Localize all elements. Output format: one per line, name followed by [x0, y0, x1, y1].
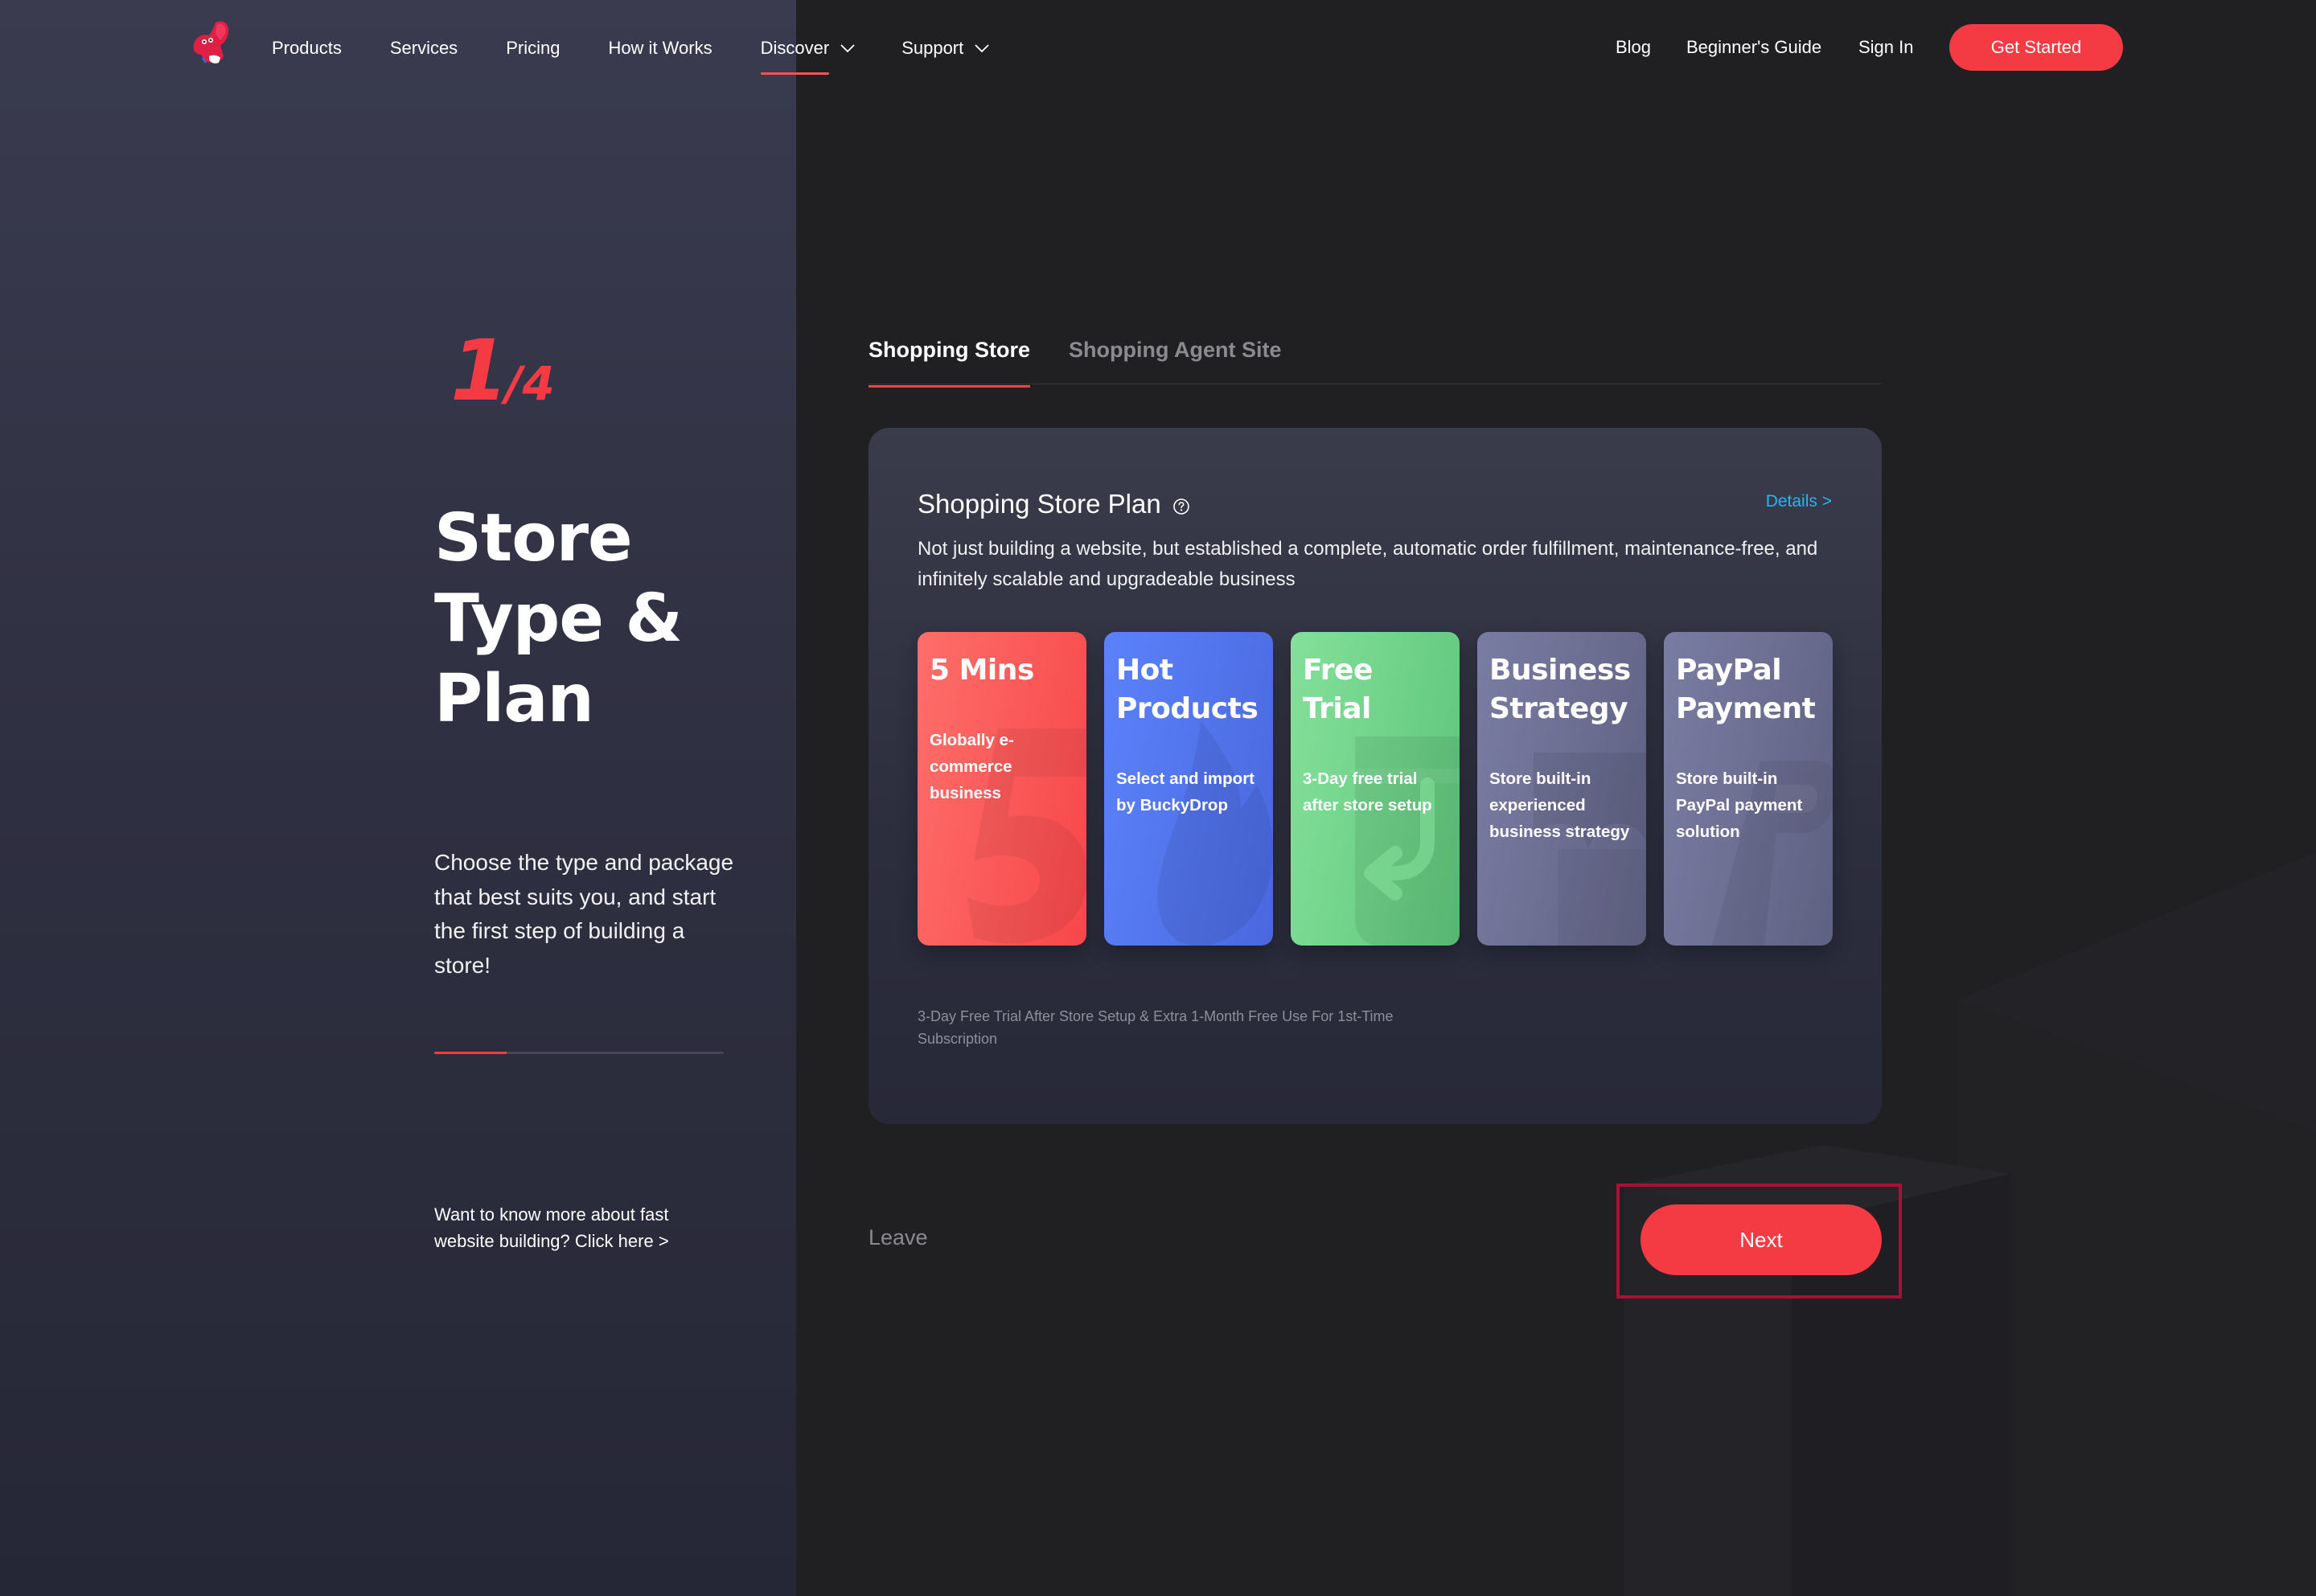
- feature-card-free-trial: Free Trial 3-Day free trial after store …: [1291, 632, 1460, 946]
- feature-title: PayPal Payment: [1676, 654, 1816, 725]
- flame-icon: [1157, 720, 1273, 946]
- feature-card-5-mins: 5 Mins Globally e-commerce business: [918, 632, 1086, 946]
- nav-link-sign-in[interactable]: Sign In: [1858, 37, 1914, 58]
- return-arrow-icon: [1355, 736, 1460, 946]
- step-indicator: 1/4: [450, 322, 555, 420]
- feature-description: 3-Day free trial after store setup: [1303, 769, 1432, 814]
- nav-item-how-it-works[interactable]: How it Works: [608, 0, 712, 96]
- step-progress-bar: [434, 1052, 724, 1054]
- nav-item-services[interactable]: Services: [390, 0, 458, 96]
- nav-item-label: Discover: [760, 38, 830, 75]
- feature-description: Select and import by BuckyDrop: [1116, 769, 1255, 814]
- nav-link-blog[interactable]: Blog: [1616, 37, 1651, 58]
- feature-description: Globally e-commerce business: [930, 731, 1014, 802]
- chevron-down-icon: [975, 44, 989, 53]
- feature-title: Free Trial: [1303, 654, 1373, 725]
- nav-link-beginners-guide[interactable]: Beginner's Guide: [1686, 37, 1821, 58]
- page-description: Choose the type and package that best su…: [434, 850, 734, 978]
- top-navigation: Products Services Pricing How it Works D…: [0, 0, 2316, 96]
- tab-shopping-store[interactable]: Shopping Store: [868, 338, 1030, 388]
- feature-title: 5 Mins: [930, 654, 1034, 687]
- nav-item-products[interactable]: Products: [272, 0, 342, 96]
- plan-title: Shopping Store Plan: [918, 489, 1161, 519]
- nav-item-support[interactable]: Support: [901, 0, 989, 96]
- feature-card-hot-products: Hot Products Select and import by BuckyD…: [1104, 632, 1273, 946]
- feature-title: Hot Products: [1116, 654, 1259, 725]
- nav-item-label: Pricing: [506, 38, 561, 58]
- feature-card-paypal-payment: PayPal Payment Store built-in PayPal pay…: [1664, 632, 1833, 946]
- feature-description: Store built-in PayPal payment solution: [1676, 769, 1803, 841]
- next-button[interactable]: Next: [1640, 1204, 1882, 1275]
- plan-title-row: Shopping Store Plan: [918, 489, 1190, 519]
- details-link[interactable]: Details >: [1766, 492, 1832, 511]
- learn-more-link[interactable]: Want to know more about fast website bui…: [434, 1201, 724, 1254]
- step-current: 1: [450, 322, 508, 420]
- get-started-button[interactable]: Get Started: [1949, 24, 2123, 71]
- plan-note: 3-Day Free Trial After Store Setup & Ext…: [918, 1008, 1394, 1047]
- page: Products Services Pricing How it Works D…: [0, 0, 2316, 1596]
- nav-item-label: Services: [389, 38, 458, 58]
- step-progress-fill: [434, 1052, 507, 1054]
- plan-description: Not just building a website, but establi…: [918, 538, 1818, 590]
- question-circle-icon[interactable]: [1172, 498, 1190, 515]
- nav-item-pricing[interactable]: Pricing: [506, 0, 560, 96]
- nav-item-label: Support: [901, 38, 964, 58]
- chevron-down-icon: [840, 44, 855, 53]
- page-title: Store Type & Plan: [434, 500, 683, 737]
- feature-description: Store built-in experienced business stra…: [1489, 769, 1630, 841]
- left-panel: [0, 0, 796, 1596]
- nav-item-label: How it Works: [608, 38, 712, 58]
- feature-cards: 5 Mins Globally e-commerce business Hot …: [918, 632, 1833, 946]
- tab-shopping-agent-site[interactable]: Shopping Agent Site: [1069, 338, 1281, 380]
- nav-item-discover[interactable]: Discover: [760, 0, 856, 96]
- plan-card: Shopping Store Plan Details > Not just b…: [868, 428, 1882, 1124]
- nav-item-label: Products: [272, 38, 342, 58]
- primary-nav: Products Services Pricing How it Works D…: [272, 0, 989, 96]
- mascot-logo-icon[interactable]: [188, 18, 235, 66]
- feature-card-business-strategy: Business Strategy Store built-in experie…: [1477, 632, 1646, 946]
- step-total: /4: [505, 356, 555, 411]
- store-type-tabs: Shopping Store Shopping Agent Site: [868, 330, 1882, 388]
- leave-button[interactable]: Leave: [868, 1225, 928, 1250]
- feature-title: Business Strategy: [1489, 654, 1631, 725]
